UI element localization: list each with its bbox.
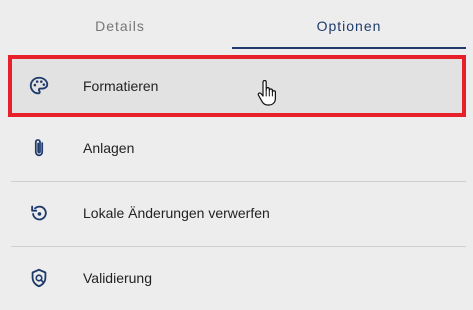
list-item-label: Lokale Änderungen verwerfen xyxy=(83,205,270,221)
list-item-validierung[interactable]: Validierung xyxy=(11,246,466,310)
active-tab-indicator xyxy=(232,47,466,49)
palette-icon xyxy=(27,74,51,98)
list-item-discard-changes[interactable]: Lokale Änderungen verwerfen xyxy=(11,181,466,245)
hand-cursor-icon xyxy=(256,79,278,106)
tab-details-label: Details xyxy=(95,18,145,34)
list-item-label: Anlagen xyxy=(83,140,135,156)
tab-options[interactable]: Optionen xyxy=(232,0,466,52)
discard-changes-icon xyxy=(27,201,51,225)
list-item-label: Validierung xyxy=(83,270,153,286)
list-item-anlagen[interactable]: Anlagen xyxy=(11,116,466,180)
tab-details[interactable]: Details xyxy=(0,0,240,52)
list-item-label: Formatieren xyxy=(83,78,159,94)
tab-bar: Details Optionen xyxy=(0,0,473,52)
tab-options-label: Optionen xyxy=(316,18,382,34)
shield-check-icon xyxy=(27,266,51,290)
list-item-formatieren[interactable]: Formatieren xyxy=(8,55,466,117)
paperclip-icon xyxy=(27,136,51,160)
